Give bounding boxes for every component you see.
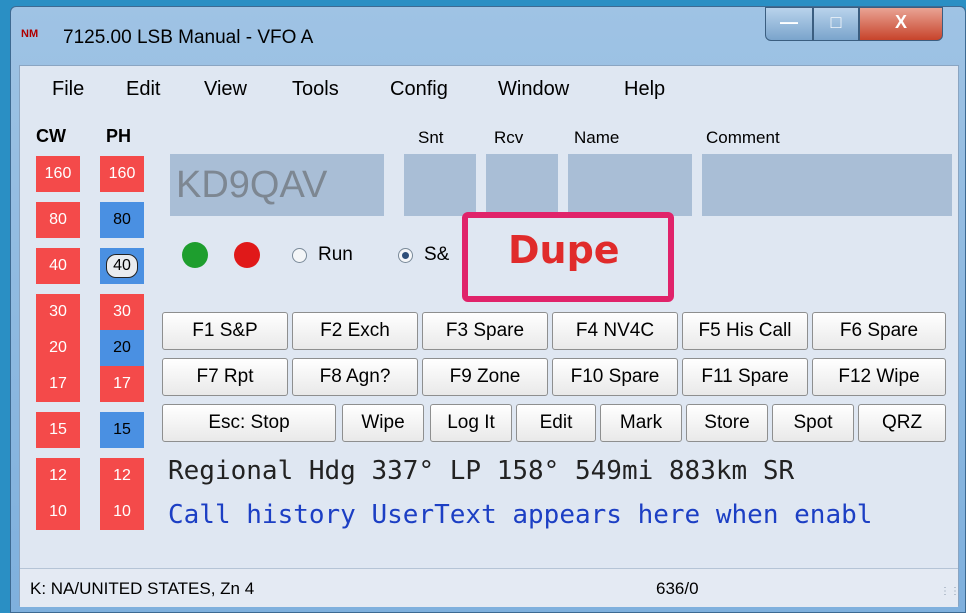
maximize-button[interactable]: □ <box>813 7 859 41</box>
f10-button[interactable]: F10 Spare <box>552 358 678 396</box>
cw-band-10[interactable]: 10 <box>36 494 80 530</box>
spot-button[interactable]: Spot <box>772 404 854 442</box>
resize-grip-icon[interactable]: ⋮⋮ <box>940 587 960 603</box>
ph-band-10[interactable]: 10 <box>100 494 144 530</box>
ph-band-30[interactable]: 30 <box>100 294 144 330</box>
ph-band-15[interactable]: 15 <box>100 412 144 448</box>
ph-band-40-label: 40 <box>106 254 138 278</box>
f9-button[interactable]: F9 Zone <box>422 358 548 396</box>
snt-column-header: Snt <box>418 128 444 147</box>
mark-button[interactable]: Mark <box>600 404 682 442</box>
cw-band-80[interactable]: 80 <box>36 202 80 238</box>
f1-button[interactable]: F1 S&P <box>162 312 288 350</box>
cw-column-header: CW <box>36 126 66 146</box>
ph-column-header: PH <box>106 126 132 146</box>
cw-band-12[interactable]: 12 <box>36 458 80 494</box>
cw-band-17[interactable]: 17 <box>36 366 80 402</box>
app-logo-icon: NM <box>21 28 39 40</box>
ph-band-20[interactable]: 20 <box>100 330 144 366</box>
f5-button[interactable]: F5 His Call <box>682 312 808 350</box>
minimize-button[interactable]: — <box>765 7 813 41</box>
menu-bar: File Edit View Tools Config Window Help <box>20 76 958 106</box>
rcv-input[interactable] <box>486 154 558 216</box>
cw-band-20[interactable]: 20 <box>36 330 80 366</box>
f8-button[interactable]: F8 Agn? <box>292 358 418 396</box>
close-icon: X <box>894 12 907 32</box>
logger-window: NM 7125.00 LSB Manual - VFO A — □ X File… <box>10 6 966 613</box>
main-panel: File Edit View Tools Config Window Help … <box>19 65 960 607</box>
f7-button[interactable]: F7 Rpt <box>162 358 288 396</box>
title-bar[interactable]: NM 7125.00 LSB Manual - VFO A — □ X <box>11 7 965 63</box>
comment-input[interactable] <box>702 154 952 216</box>
f12-button[interactable]: F12 Wipe <box>812 358 946 396</box>
ph-band-40-selected[interactable]: 40 <box>100 248 144 284</box>
wipe-button[interactable]: Wipe <box>342 404 424 442</box>
status-bar: K: NA/UNITED STATES, Zn 4 636/0 ⋮⋮ <box>20 568 960 607</box>
close-button[interactable]: X <box>859 7 943 41</box>
heading-info-text: Regional Hdg 337° LP 158° 549mi 883km SR <box>168 456 795 486</box>
name-column-header: Name <box>574 128 620 147</box>
menu-file[interactable]: File <box>52 78 84 101</box>
sp-radio[interactable] <box>398 248 413 263</box>
f6-button[interactable]: F6 Spare <box>812 312 946 350</box>
menu-tools[interactable]: Tools <box>292 78 339 101</box>
f11-button[interactable]: F11 Spare <box>682 358 808 396</box>
window-title: 7125.00 LSB Manual - VFO A <box>63 27 314 48</box>
edit-button[interactable]: Edit <box>516 404 596 442</box>
red-status-indicator <box>234 242 260 268</box>
cw-band-30[interactable]: 30 <box>36 294 80 330</box>
menu-help[interactable]: Help <box>624 78 665 101</box>
sp-radio-label: S& <box>424 244 450 265</box>
menu-window[interactable]: Window <box>498 78 569 101</box>
call-history-text: Call history UserText appears here when … <box>168 500 873 530</box>
cw-band-160[interactable]: 160 <box>36 156 80 192</box>
menu-view[interactable]: View <box>204 78 247 101</box>
name-input[interactable] <box>568 154 692 216</box>
ph-band-160[interactable]: 160 <box>100 156 144 192</box>
green-status-indicator <box>182 242 208 268</box>
cw-band-40[interactable]: 40 <box>36 248 80 284</box>
log-it-button[interactable]: Log It <box>430 404 512 442</box>
ph-band-12[interactable]: 12 <box>100 458 144 494</box>
ph-band-17[interactable]: 17 <box>100 366 144 402</box>
esc-stop-button[interactable]: Esc: Stop <box>162 404 336 442</box>
f3-button[interactable]: F3 Spare <box>422 312 548 350</box>
status-count: 636/0 <box>656 579 699 598</box>
menu-config[interactable]: Config <box>390 78 448 101</box>
qrz-button[interactable]: QRZ <box>858 404 946 442</box>
status-location: K: NA/UNITED STATES, Zn 4 <box>30 579 255 598</box>
callsign-input[interactable]: KD9QAV <box>170 154 384 216</box>
minimize-icon: — <box>780 12 798 32</box>
run-radio[interactable] <box>292 248 307 263</box>
snt-input[interactable] <box>404 154 476 216</box>
menu-edit[interactable]: Edit <box>126 78 160 101</box>
rcv-column-header: Rcv <box>494 128 524 147</box>
comment-column-header: Comment <box>706 128 780 147</box>
f2-button[interactable]: F2 Exch <box>292 312 418 350</box>
run-radio-label: Run <box>318 244 353 265</box>
dupe-label: Dupe <box>508 228 620 272</box>
store-button[interactable]: Store <box>686 404 768 442</box>
maximize-icon: □ <box>830 12 842 32</box>
cw-band-15[interactable]: 15 <box>36 412 80 448</box>
dupe-alert: Dupe <box>462 212 674 302</box>
ph-band-80[interactable]: 80 <box>100 202 144 238</box>
f4-button[interactable]: F4 NV4C <box>552 312 678 350</box>
